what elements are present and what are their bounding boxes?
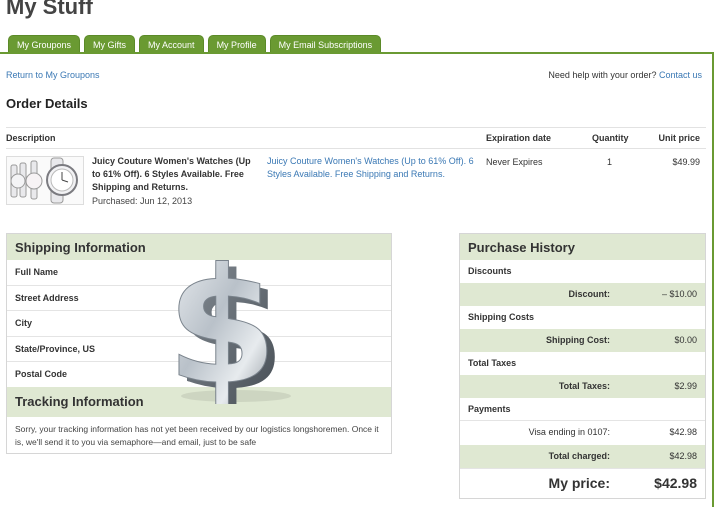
contact-us-link[interactable]: Contact us	[659, 70, 702, 80]
item-purchase-date: Purchased: Jun 12, 2013	[92, 196, 193, 206]
shipping-costs-label: Shipping Costs	[468, 312, 534, 322]
item-name: Juicy Couture Women's Watches (Up to 61%…	[92, 156, 251, 192]
visa-value: $42.98	[669, 427, 697, 437]
visa-label: Visa ending in 0107:	[528, 427, 610, 437]
tab-my-account[interactable]: My Account	[139, 35, 204, 53]
shipping-cost-label: Shipping Cost:	[546, 335, 610, 345]
my-price-label: My price:	[548, 475, 610, 491]
total-charged-label: Total charged:	[548, 451, 610, 461]
help-text: Need help with your order? Contact us	[548, 70, 702, 80]
tab-my-email-subscriptions[interactable]: My Email Subscriptions	[269, 35, 382, 53]
total-charged-value: $42.98	[669, 451, 697, 461]
purchase-history-panel: Purchase History Discounts Discount: – $…	[459, 233, 706, 499]
item-quantity: 1	[607, 157, 613, 167]
shipping-cost-value: $0.00	[674, 335, 697, 345]
order-table-header: Description Expiration date Quantity Uni…	[6, 127, 706, 149]
tab-underline	[0, 52, 714, 54]
page-title: My Stuff	[6, 0, 93, 19]
discount-label: Discount:	[568, 289, 611, 299]
discounts-label: Discounts	[468, 266, 512, 276]
tracking-message: Sorry, your tracking information has not…	[15, 423, 379, 447]
svg-text:$: $	[166, 246, 277, 404]
col-unit-price: Unit price	[658, 133, 700, 143]
item-expiration: Never Expires	[486, 157, 543, 167]
tab-bar: My Groupons My Gifts My Account My Profi…	[8, 35, 382, 53]
tab-my-groupons[interactable]: My Groupons	[8, 35, 81, 53]
total-charged-row: Total charged: $42.98	[460, 444, 705, 468]
discount-value: – $10.00	[661, 289, 697, 299]
my-price-value: $42.98	[654, 475, 697, 491]
watch-product-image[interactable]	[6, 156, 84, 205]
total-taxes-row: Total Taxes: $2.99	[460, 374, 705, 398]
total-taxes-value: $2.99	[674, 381, 697, 391]
watch-icon	[7, 157, 83, 204]
col-expiration-date: Expiration date	[486, 133, 552, 143]
order-details-title: Order Details	[6, 96, 88, 111]
total-taxes-label: Total Taxes:	[558, 381, 610, 391]
purchase-history-title: Purchase History	[460, 234, 705, 260]
dollar-sign-icon: $ $	[166, 246, 291, 404]
payments-label: Payments	[468, 404, 511, 414]
discount-row: Discount: – $10.00	[460, 282, 705, 306]
item-unit-price: $49.99	[672, 157, 700, 167]
shipping-cost-row: Shipping Cost: $0.00	[460, 328, 705, 352]
order-table: Description Expiration date Quantity Uni…	[6, 127, 706, 209]
total-taxes-header: Total Taxes	[468, 358, 517, 368]
col-description: Description	[6, 133, 56, 143]
visa-payment-row: Visa ending in 0107: $42.98	[460, 420, 705, 444]
return-to-my-groupons-link[interactable]: Return to My Groupons	[6, 70, 100, 80]
item-deal-link[interactable]: Juicy Couture Women's Watches (Up to 61%…	[267, 155, 477, 181]
help-question: Need help with your order?	[548, 70, 657, 80]
col-quantity: Quantity	[592, 133, 629, 143]
tab-my-profile[interactable]: My Profile	[207, 35, 266, 53]
tab-my-gifts[interactable]: My Gifts	[84, 35, 136, 53]
my-price-row: My price: $42.98	[460, 468, 705, 499]
